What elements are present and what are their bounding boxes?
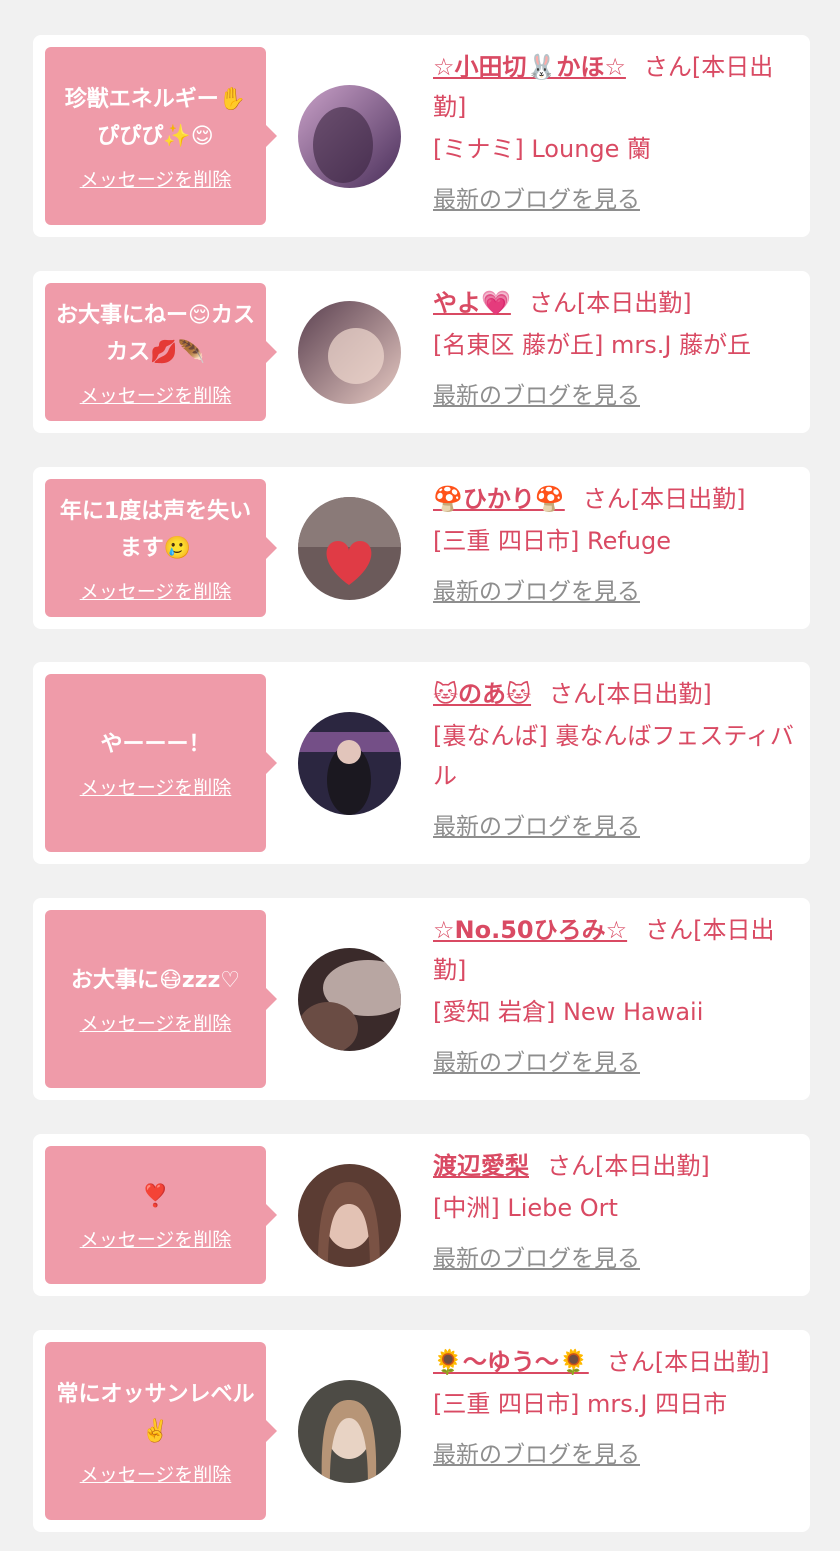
cast-info: 🍄ひかり🍄 さん[本日出勤] [三重 四日市] Refuge 最新のブログを見る <box>433 479 795 609</box>
shop-info: [三重 四日市] Refuge <box>433 527 672 555</box>
message-text: やーーー！ <box>100 732 211 757</box>
favorite-card: ❣️ メッセージを削除 渡辺愛梨 さん[本日出勤] [中洲] Liebe Ort … <box>33 1134 810 1296</box>
delete-message-link[interactable]: メッセージを削除 <box>80 381 232 408</box>
latest-blog-link[interactable]: 最新のブログを見る <box>433 810 640 844</box>
attendance-status: さん[本日出勤] <box>606 1348 770 1376</box>
cast-name-link[interactable]: 🌻〜ゆう〜🌻 <box>433 1348 589 1376</box>
message-text: ❣️ <box>141 1184 170 1209</box>
avatar[interactable] <box>298 1164 401 1267</box>
cast-name-link[interactable]: やよ💗 <box>433 289 511 317</box>
cast-name-link[interactable]: ☆No.50ひろみ☆ <box>433 916 627 944</box>
avatar-image <box>298 948 401 1051</box>
delete-message-link[interactable]: メッセージを削除 <box>80 577 232 604</box>
cast-info: 🌻〜ゆう〜🌻 さん[本日出勤] [三重 四日市] mrs.J 四日市 最新のブログ… <box>433 1342 795 1472</box>
delete-message-link[interactable]: メッセージを削除 <box>80 773 232 800</box>
cast-name-link[interactable]: 🐱のあ🐱 <box>433 680 531 708</box>
cast-info: やよ💗 さん[本日出勤] [名東区 藤が丘] mrs.J 藤が丘 最新のブログを見… <box>433 283 795 413</box>
avatar-image <box>298 301 401 404</box>
message-bubble: 年に1度は声を失います🥲 メッセージを削除 <box>45 479 277 617</box>
avatar[interactable] <box>298 1380 401 1483</box>
avatar[interactable] <box>298 301 401 404</box>
favorite-card: やーーー！ メッセージを削除 🐱のあ🐱 さん[本日出勤] [裏なんば] 裏なんばフ… <box>33 662 810 864</box>
shop-info: [名東区 藤が丘] mrs.J 藤が丘 <box>433 331 752 359</box>
cast-info: ☆小田切🐰かほ☆ さん[本日出勤] [ミナミ] Lounge 蘭 最新のブログを見… <box>433 47 795 217</box>
message-bubble: お大事に😷zzz♡ メッセージを削除 <box>45 910 277 1088</box>
message-bubble: ❣️ メッセージを削除 <box>45 1146 277 1284</box>
shop-info: [愛知 岩倉] New Hawaii <box>433 998 704 1026</box>
message-bubble: 珍獣エネルギー✋ ぴぴぴ✨😌 メッセージを削除 <box>45 47 277 225</box>
attendance-status: さん[本日出勤] <box>582 485 746 513</box>
avatar-image <box>298 497 401 600</box>
avatar-image <box>298 85 401 188</box>
message-bubble: お大事にねー😌カスカス💋🪶 メッセージを削除 <box>45 283 277 421</box>
latest-blog-link[interactable]: 最新のブログを見る <box>433 1046 640 1080</box>
message-bubble: やーーー！ メッセージを削除 <box>45 674 277 852</box>
shop-info: [ミナミ] Lounge 蘭 <box>433 135 652 163</box>
latest-blog-link[interactable]: 最新のブログを見る <box>433 575 640 609</box>
message-text: 常にオッサンレベル✌️ <box>56 1381 255 1444</box>
attendance-status: さん[本日出勤] <box>549 680 712 708</box>
avatar[interactable] <box>298 497 401 600</box>
latest-blog-link[interactable]: 最新のブログを見る <box>433 1242 640 1276</box>
message-bubble: 常にオッサンレベル✌️ メッセージを削除 <box>45 1342 277 1520</box>
avatar[interactable] <box>298 948 401 1051</box>
favorite-card: 常にオッサンレベル✌️ メッセージを削除 🌻〜ゆう〜🌻 さん[本日出勤] [三重 … <box>33 1330 810 1532</box>
avatar-image <box>298 1164 401 1267</box>
message-text: お大事にねー😌カスカス💋🪶 <box>56 302 255 365</box>
latest-blog-link[interactable]: 最新のブログを見る <box>433 379 640 413</box>
delete-message-link[interactable]: メッセージを削除 <box>80 1225 232 1252</box>
message-text: 年に1度は声を失います🥲 <box>59 498 252 561</box>
favorite-card: 年に1度は声を失います🥲 メッセージを削除 🍄ひかり🍄 さん[本日出勤] [三重 … <box>33 467 810 629</box>
cast-info: 渡辺愛梨 さん[本日出勤] [中洲] Liebe Ort 最新のブログを見る <box>433 1146 795 1276</box>
attendance-status: さん[本日出勤] <box>528 289 692 317</box>
avatar-image <box>298 712 401 815</box>
shop-info: [三重 四日市] mrs.J 四日市 <box>433 1390 728 1418</box>
favorite-list: 珍獣エネルギー✋ ぴぴぴ✨😌 メッセージを削除 ☆小田切🐰かほ☆ さん[本日出勤]… <box>0 0 840 1551</box>
shop-info: [裏なんば] 裏なんばフェスティバル <box>433 722 794 790</box>
shop-info: [中洲] Liebe Ort <box>433 1194 618 1222</box>
delete-message-link[interactable]: メッセージを削除 <box>80 165 232 192</box>
favorite-card: お大事にねー😌カスカス💋🪶 メッセージを削除 やよ💗 さん[本日出勤] [名東区 … <box>33 271 810 433</box>
delete-message-link[interactable]: メッセージを削除 <box>80 1009 232 1036</box>
avatar[interactable] <box>298 85 401 188</box>
avatar-image <box>298 1380 401 1483</box>
message-text: お大事に😷zzz♡ <box>70 968 241 993</box>
message-text: 珍獣エネルギー✋ ぴぴぴ✨😌 <box>64 86 247 149</box>
latest-blog-link[interactable]: 最新のブログを見る <box>433 1438 640 1472</box>
delete-message-link[interactable]: メッセージを削除 <box>80 1460 232 1487</box>
avatar[interactable] <box>298 712 401 815</box>
attendance-status: さん[本日出勤] <box>547 1152 710 1180</box>
cast-info: 🐱のあ🐱 さん[本日出勤] [裏なんば] 裏なんばフェスティバル 最新のブログを見… <box>433 674 795 844</box>
cast-name-link[interactable]: 渡辺愛梨 <box>433 1152 529 1180</box>
cast-name-link[interactable]: 🍄ひかり🍄 <box>433 485 565 513</box>
cast-info: ☆No.50ひろみ☆ さん[本日出勤] [愛知 岩倉] New Hawaii 最新… <box>433 910 795 1080</box>
favorite-card: お大事に😷zzz♡ メッセージを削除 ☆No.50ひろみ☆ さん[本日出勤] [愛… <box>33 898 810 1100</box>
favorite-card: 珍獣エネルギー✋ ぴぴぴ✨😌 メッセージを削除 ☆小田切🐰かほ☆ さん[本日出勤]… <box>33 35 810 237</box>
latest-blog-link[interactable]: 最新のブログを見る <box>433 183 640 217</box>
cast-name-link[interactable]: ☆小田切🐰かほ☆ <box>433 53 626 81</box>
